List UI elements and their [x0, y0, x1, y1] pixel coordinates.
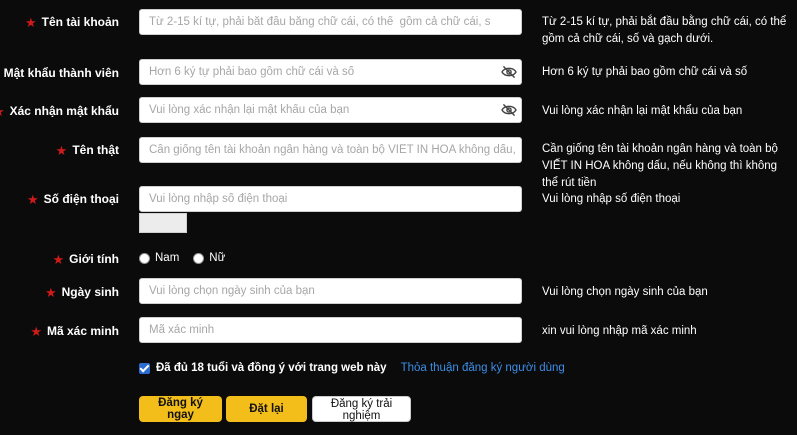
birthday-input[interactable]: [139, 278, 522, 304]
reset-button[interactable]: Đặt lại: [226, 396, 307, 422]
phone-captcha-image[interactable]: [139, 213, 187, 233]
birthday-hint: Vui lòng chọn ngày sinh của bạn: [542, 286, 708, 298]
confirm-password-label-text: Xác nhận mật khẩu: [9, 104, 119, 118]
required-star-icon: ★: [52, 251, 65, 267]
gender-label: ★ Giới tính: [52, 252, 119, 266]
username-label: ★ Tên tài khoản: [25, 15, 119, 29]
eye-off-icon[interactable]: [500, 65, 518, 79]
radio-circle[interactable]: [139, 252, 150, 264]
username-input[interactable]: [139, 9, 522, 35]
required-star-icon: ★: [27, 191, 39, 207]
password-hint: Hơn 6 ký tự phải bao gồm chữ cái và số: [542, 66, 748, 78]
agreement-row: Đã đủ 18 tuổi và đồng ý với trang web nà…: [139, 362, 565, 374]
gender-label-text: Giới tính: [69, 252, 119, 266]
gender-option-male: Nam: [155, 252, 180, 264]
password-label-text: Mật khẩu thành viên: [3, 66, 119, 80]
confirm-password-input[interactable]: [139, 97, 522, 123]
required-star-icon: ★: [25, 14, 37, 30]
agree-checkbox[interactable]: [139, 362, 150, 374]
required-star-icon: ★: [30, 323, 42, 339]
verification-code-input[interactable]: [139, 317, 522, 343]
real-name-label-text: Tên thật: [72, 143, 119, 157]
birthday-label-text: Ngày sinh: [61, 285, 119, 299]
username-hint: Từ 2-15 kí tự, phải bắt đầu bằng chữ cái…: [542, 16, 787, 45]
username-label-text: Tên tài khoản: [41, 15, 119, 29]
confirm-password-hint: Vui lòng xác nhận lại mật khẩu của bạn: [542, 105, 743, 117]
required-star-icon: ★: [55, 142, 68, 158]
gender-radio-group: Nam Nữ: [139, 252, 225, 264]
password-label: ★ Mật khẩu thành viên: [0, 66, 119, 80]
confirm-password-label: ★ Xác nhận mật khẩu: [0, 104, 119, 118]
trial-register-button[interactable]: Đăng ký trải nghiệm: [312, 396, 411, 422]
real-name-label: ★ Tên thật: [56, 143, 119, 157]
eye-off-icon[interactable]: [500, 103, 518, 117]
radio-circle[interactable]: [193, 252, 205, 264]
phone-label: ★ Số điện thoại: [27, 192, 119, 206]
gender-radio-male[interactable]: Nam: [139, 252, 179, 264]
terms-link[interactable]: Thỏa thuận đăng ký người dùng: [401, 362, 565, 374]
gender-option-female: Nữ: [209, 252, 226, 264]
real-name-input[interactable]: [139, 137, 522, 163]
verification-code-label: ★ Mã xác minh: [30, 324, 119, 338]
register-button[interactable]: Đăng ký ngay: [139, 396, 222, 422]
agree-text: Đã đủ 18 tuổi và đồng ý với trang web nà…: [156, 362, 387, 374]
phone-input[interactable]: [139, 186, 522, 212]
required-star-icon: ★: [44, 284, 57, 300]
phone-hint: Vui lòng nhập số điện thoại: [542, 193, 681, 205]
verification-code-hint: xin vui lòng nhập mã xác minh: [542, 325, 697, 337]
required-star-icon: ★: [0, 105, 5, 118]
real-name-hint: Cần giống tên tài khoản ngân hàng và toà…: [542, 143, 778, 189]
password-input[interactable]: [139, 59, 522, 85]
phone-label-text: Số điện thoại: [43, 192, 119, 206]
birthday-label: ★ Ngày sinh: [45, 285, 119, 299]
verification-code-label-text: Mã xác minh: [46, 324, 119, 338]
gender-radio-female[interactable]: Nữ: [193, 252, 225, 264]
